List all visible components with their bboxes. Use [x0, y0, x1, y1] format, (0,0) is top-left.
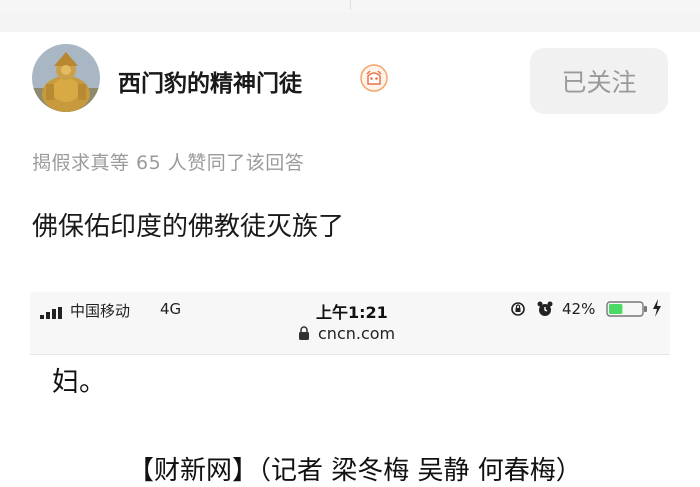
- embedded-screenshot: 中国移动 4G 上午1:21 cncn.com 42%: [30, 292, 670, 355]
- rotation-lock-icon: [511, 302, 525, 316]
- article-text-line: 妇。: [52, 367, 106, 398]
- author-name[interactable]: 西门豹的精神门徒: [118, 64, 302, 98]
- divider: [350, 0, 351, 10]
- likes-summary[interactable]: 揭假求真等 65 人赞同了该回答: [32, 148, 304, 175]
- lock-icon: [299, 326, 309, 340]
- network-type: 4G: [160, 300, 182, 318]
- signal-strength-icon: [40, 307, 62, 319]
- section-gap: [0, 12, 700, 32]
- page-url: cncn.com: [318, 324, 396, 343]
- gift-badge-icon: [358, 62, 390, 94]
- battery-percent: 42%: [562, 300, 596, 318]
- carrier-name: 中国移动: [70, 302, 131, 320]
- article-source-line: 【财新网】（记者 梁冬梅 吴静 何春梅）: [128, 456, 582, 486]
- status-time: 上午1:21: [316, 303, 388, 322]
- avatar[interactable]: [32, 44, 100, 112]
- answer-text[interactable]: 佛保佑印度的佛教徒灭族了: [32, 206, 344, 243]
- battery-icon: [606, 301, 647, 317]
- follow-button[interactable]: 已关注: [530, 48, 668, 114]
- charging-icon: [653, 299, 661, 317]
- previous-item-strip: [0, 0, 700, 12]
- alarm-icon: [537, 301, 553, 316]
